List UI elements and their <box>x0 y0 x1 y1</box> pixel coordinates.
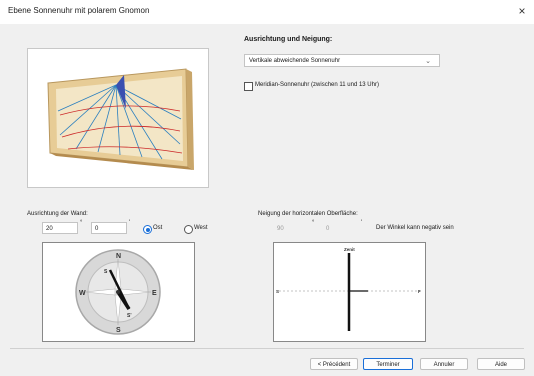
sundial-type-value: Vertikale abweichende Sonnenuhr <box>249 58 341 64</box>
compass-w: W <box>79 290 86 297</box>
inclination-minute-unit: ' <box>361 220 363 226</box>
meridian-checkbox-label: Meridian-Sonnenuhr (zwischen 11 und 13 U… <box>255 82 379 88</box>
sundial-illustration <box>47 68 194 170</box>
sundial-preview <box>27 48 209 188</box>
inclination-minutes-input[interactable]: 0 <box>322 222 358 234</box>
sundial-type-select[interactable]: Vertikale abweichende Sonnenuhr ⌄ <box>244 54 440 67</box>
finish-button[interactable]: Terminer <box>363 358 413 370</box>
inclination-note: Der Winkel kann negativ sein <box>376 225 454 231</box>
wall-degree-unit: ° <box>80 220 83 226</box>
compass-n: N <box>116 253 121 260</box>
compass-panel: N S W E S S' <box>42 242 195 342</box>
wall-minutes-input[interactable]: 0 <box>91 222 127 234</box>
inclination-label: Neigung der horizontalen Oberfläche: <box>258 211 358 217</box>
wall-orientation-label: Ausrichtung der Wand: <box>27 211 88 217</box>
east-radio-label: Ost <box>153 225 163 231</box>
orientation-heading: Ausrichtung und Neigung: <box>244 36 333 43</box>
wall-degrees-input[interactable]: 20 <box>42 222 78 234</box>
footer-divider <box>10 348 524 349</box>
compass-e: E <box>152 290 157 297</box>
help-button[interactable]: Aide <box>477 358 525 370</box>
east-radio[interactable] <box>143 225 152 234</box>
previous-button[interactable]: < Précédent <box>310 358 358 370</box>
compass-illustration[interactable]: N S W E S S' <box>43 243 194 341</box>
compass-inner-s2: S' <box>127 313 132 319</box>
inclination-panel: Zenit S F <box>273 242 426 342</box>
right-mark: F <box>418 289 421 294</box>
left-mark: S <box>276 289 279 294</box>
west-radio-label: West <box>194 225 208 231</box>
compass-s: S <box>116 327 121 334</box>
close-button[interactable]: × <box>514 2 530 20</box>
cancel-button[interactable]: Annuler <box>420 358 468 370</box>
meridian-checkbox[interactable] <box>244 82 253 91</box>
inclination-degree-unit: ° <box>312 220 315 226</box>
inclination-illustration[interactable]: Zenit S F <box>274 243 425 341</box>
west-radio[interactable] <box>184 225 193 234</box>
zenith-label: Zenit <box>344 247 355 252</box>
title-bar: Ebene Sonnenuhr mit polarem Gnomon × <box>0 0 534 24</box>
inclination-degrees-input[interactable]: 90 <box>273 222 309 234</box>
window-title: Ebene Sonnenuhr mit polarem Gnomon <box>8 6 150 15</box>
wall-minute-unit: ' <box>129 220 131 226</box>
chevron-down-icon: ⌄ <box>425 58 431 65</box>
